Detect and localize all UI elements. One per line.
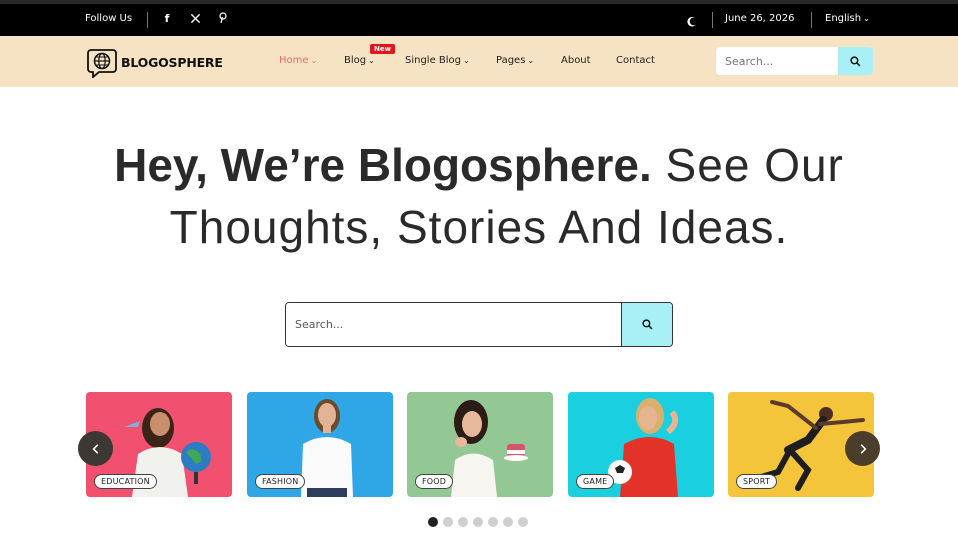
pinterest-icon[interactable]	[216, 12, 230, 27]
slider-prev-button[interactable]	[78, 431, 113, 466]
slider-dot[interactable]	[473, 517, 483, 527]
nav-contact[interactable]: Contact	[616, 55, 655, 66]
search-icon	[641, 319, 652, 330]
x-twitter-icon[interactable]	[188, 12, 202, 27]
slider-dot[interactable]	[443, 517, 453, 527]
category-card-fashion[interactable]: FASHION	[247, 392, 393, 497]
follow-us-label: Follow Us	[85, 13, 133, 24]
search-icon	[850, 55, 861, 66]
slider-dot[interactable]	[488, 517, 498, 527]
facebook-icon[interactable]: f	[160, 12, 174, 25]
category-tag: GAME	[576, 474, 615, 489]
chevron-left-icon	[91, 443, 98, 454]
nav-single-blog[interactable]: Single Blog ⌄	[405, 55, 470, 66]
nav-pages[interactable]: Pages ⌄	[496, 55, 534, 66]
hero-heading: Hey, We’re Blogosphere. See Our Thoughts…	[0, 134, 958, 258]
chevron-down-icon: ⌄	[368, 56, 375, 65]
category-tag: FOOD	[415, 474, 454, 489]
category-tag: EDUCATION	[94, 474, 157, 489]
slider-dot[interactable]	[503, 517, 513, 527]
main-search-input[interactable]	[286, 303, 621, 346]
chevron-down-icon: ⌄	[863, 14, 870, 23]
language-label: English	[825, 13, 862, 24]
chevron-right-icon	[860, 443, 867, 454]
current-date: June 26, 2026	[725, 13, 795, 24]
slider-dot[interactable]	[458, 517, 468, 527]
divider	[712, 12, 713, 28]
slider-dot[interactable]	[518, 517, 528, 527]
chevron-down-icon: ⌄	[463, 56, 470, 65]
slider-next-button[interactable]	[845, 431, 880, 466]
nav-blog-label: Blog	[344, 55, 367, 66]
logo-text: BLOGOSPHERE	[121, 54, 223, 70]
header-search-input[interactable]	[716, 47, 838, 75]
header-search-button[interactable]	[838, 47, 873, 75]
main-search-button[interactable]	[621, 303, 672, 346]
header-search	[716, 47, 873, 75]
hero-light-text-1: See Our	[651, 139, 844, 191]
language-selector[interactable]: English ⌄	[825, 13, 870, 24]
site-logo[interactable]: BLOGOSPHERE	[85, 46, 223, 78]
hero-bold-text: Hey, We’re Blogosphere.	[114, 139, 652, 191]
slider-dot[interactable]	[428, 517, 438, 527]
nav-about[interactable]: About	[561, 55, 591, 66]
divider	[147, 12, 148, 28]
category-card-game[interactable]: GAME	[568, 392, 714, 497]
new-badge: New	[370, 44, 396, 54]
globe-chat-icon	[87, 49, 117, 78]
category-card-food[interactable]: FOOD	[407, 392, 553, 497]
nav-pages-label: Pages	[496, 55, 526, 66]
main-search	[285, 302, 673, 347]
category-tag: SPORT	[736, 474, 778, 489]
nav-single-blog-label: Single Blog	[405, 55, 462, 66]
slider-pagination	[428, 517, 528, 527]
divider	[811, 12, 812, 28]
main-header: BLOGOSPHERE Home ⌄ Blog ⌄ New Single Blog ⌄…	[0, 36, 958, 87]
dark-mode-moon-icon[interactable]	[686, 13, 698, 27]
top-bar: Follow Us f June 26, 2026 English ⌄	[0, 0, 958, 36]
chevron-down-icon: ⌄	[527, 56, 535, 65]
hero-light-text-2: Thoughts, Stories And Ideas.	[169, 201, 789, 253]
category-tag: FASHION	[255, 474, 306, 489]
nav-home-label: Home	[279, 55, 309, 66]
chevron-down-icon: ⌄	[310, 56, 318, 65]
nav-blog[interactable]: Blog ⌄	[344, 55, 375, 66]
nav-home[interactable]: Home ⌄	[279, 55, 317, 66]
